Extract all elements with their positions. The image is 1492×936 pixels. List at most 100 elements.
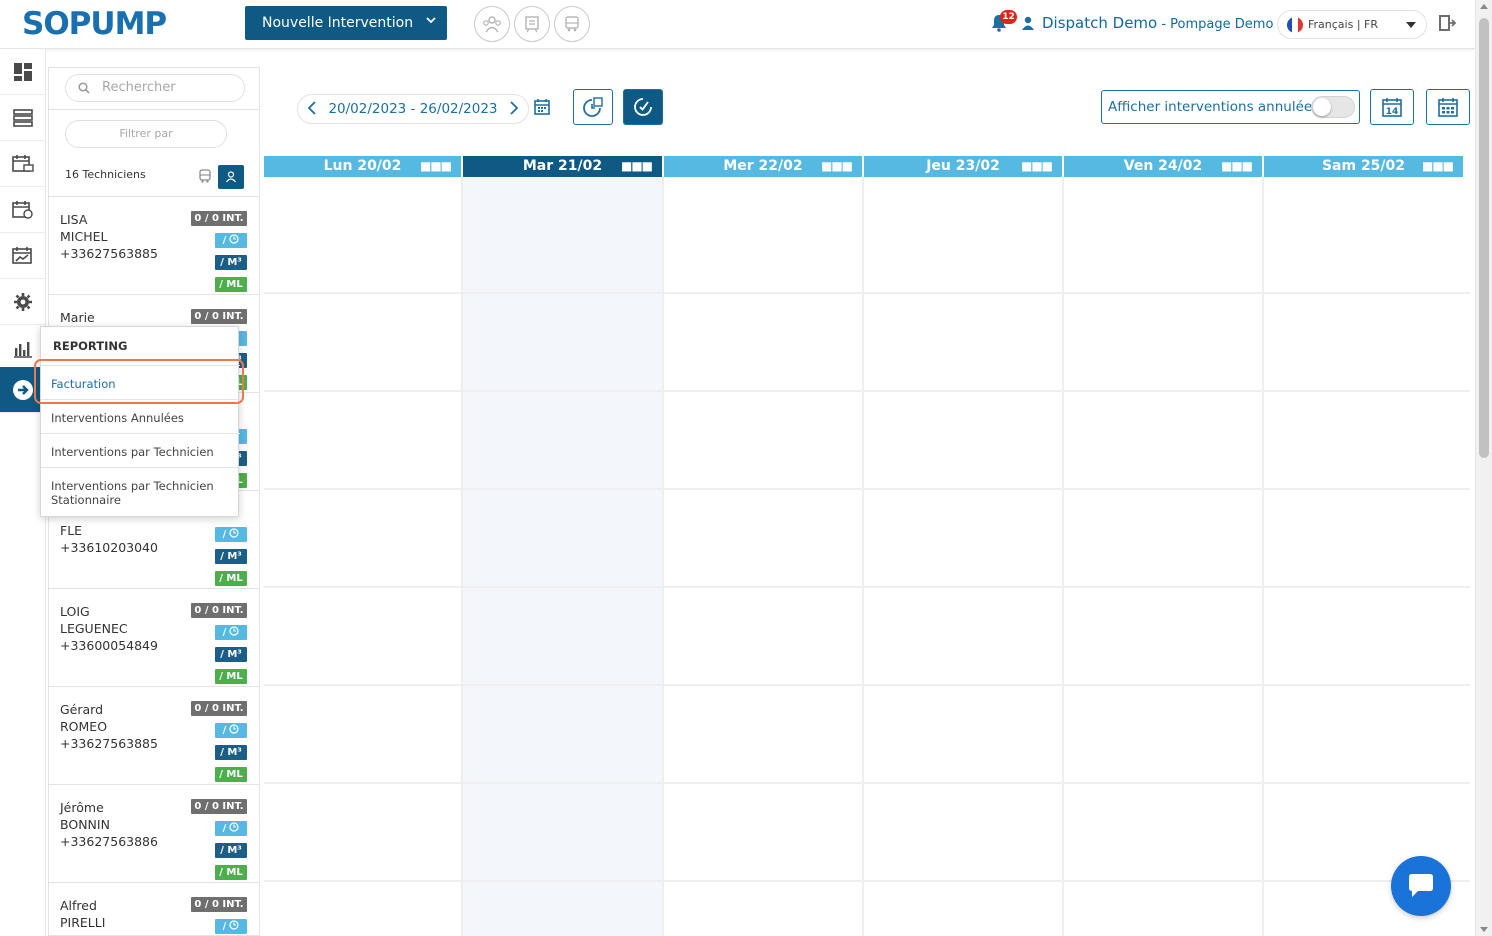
day-header[interactable]: Lun 20/02 ■■■	[264, 156, 461, 177]
scroll-thumb[interactable]	[1479, 18, 1489, 458]
language-select[interactable]: Français | FR	[1277, 10, 1427, 39]
show-cancelled-toggle[interactable]: Afficher interventions annulées	[1101, 90, 1360, 124]
day-header[interactable]: Sam 25/02 ■■■	[1264, 156, 1463, 177]
row-divider	[264, 684, 1470, 686]
logout-icon[interactable]	[1438, 14, 1456, 32]
month-view-button[interactable]	[1426, 89, 1470, 125]
clock-icon	[229, 920, 239, 930]
day-menu-icon[interactable]: ■■■	[1422, 156, 1454, 177]
technician-name-line: Marie	[60, 310, 95, 325]
duration-badge: /	[215, 233, 247, 248]
interventions-badge: 0 / 0 INT.	[191, 309, 247, 324]
technician-name: Alfred PIRELLI+33660616263	[60, 897, 158, 935]
calendar-clock-icon	[583, 97, 603, 117]
nav-settings[interactable]	[0, 279, 46, 325]
day-label: Mar 21/02	[522, 158, 603, 174]
day-menu-icon[interactable]: ■■■	[1021, 156, 1053, 177]
chevron-right-icon[interactable]	[509, 101, 519, 119]
date-range-label: 20/02/2023 - 26/02/2023	[328, 101, 498, 117]
day-menu-icon[interactable]: ■■■	[821, 156, 853, 177]
menu-item[interactable]: Interventions par Technicien	[41, 433, 240, 467]
calendar-chart-icon	[12, 246, 32, 264]
volume-badge: / M³	[215, 843, 247, 858]
day-menu-icon[interactable]: ■■■	[621, 156, 653, 177]
language-label: Français | FR	[1308, 18, 1379, 31]
technician-name-line: LOIG	[60, 604, 90, 619]
duration-value: /	[222, 921, 227, 932]
menu-item-label: Interventions par Technicien Stationnair…	[51, 479, 214, 507]
day-label: Lun 20/02	[323, 158, 402, 174]
technician-phone: +33660616263	[60, 931, 158, 935]
length-badge: / ML	[215, 865, 247, 880]
duration-badge: /	[215, 625, 247, 640]
view-daily-button[interactable]	[573, 89, 613, 125]
chat-button[interactable]	[1391, 856, 1451, 916]
truck-icon[interactable]	[199, 169, 211, 183]
calendar-truck-icon	[12, 154, 34, 172]
list-icon	[13, 108, 33, 127]
menu-item-label: Interventions Annulées	[51, 411, 184, 425]
technician-name: Jérôme BONNIN +33627563886	[60, 799, 158, 850]
technician-name-line: MICHEL	[60, 229, 108, 244]
clock-icon	[229, 234, 239, 244]
day-menu-icon[interactable]: ■■■	[420, 156, 452, 177]
row-divider	[264, 782, 1470, 784]
technician-name-line: PIRELLI	[60, 915, 106, 930]
nav-list[interactable]	[0, 95, 46, 141]
duration-value: /	[222, 823, 227, 834]
technician-card[interactable]: Jérôme BONNIN +33627563886 0 / 0 INT. / / M³ /…	[49, 784, 259, 882]
technician-card[interactable]: Gérard ROMEO +33627563885 0 / 0 INT. / / M³ / …	[49, 686, 259, 784]
filter-select[interactable]: Filtrer par	[65, 120, 227, 148]
gear-icon	[14, 292, 32, 311]
user-menu[interactable]: Dispatch Demo - Pompage Demo	[1042, 14, 1273, 32]
menu-item[interactable]: Interventions par Technicien Stationnair…	[41, 467, 240, 517]
technician-card[interactable]: Alfred PIRELLI+33660616263 0 / 0 INT. /	[49, 882, 259, 935]
scroll-up-arrow[interactable]	[1480, 4, 1488, 9]
technician-card[interactable]: LOIG LEGUENEC +33600054849 0 / 0 INT. / / M³ /…	[49, 588, 259, 686]
calendar-14-icon: 14	[1382, 98, 1402, 117]
nav-planning-users[interactable]	[0, 187, 46, 233]
length-badge: / ML	[215, 669, 247, 684]
search-input[interactable]: Rechercher	[65, 74, 245, 102]
pump-icon-button[interactable]	[514, 6, 550, 42]
duration-value: /	[222, 235, 227, 246]
clock-icon	[229, 822, 239, 832]
truck-icon-button[interactable]	[554, 6, 590, 42]
nav-dashboard[interactable]	[0, 49, 46, 95]
nav-planning-truck[interactable]	[0, 141, 46, 187]
technician-card[interactable]: LISA MICHEL +33627563885 0 / 0 INT. / / M³ / M…	[49, 196, 259, 294]
toggle-switch[interactable]	[1311, 96, 1355, 118]
column-divider	[662, 177, 664, 936]
scroll-down-arrow[interactable]	[1480, 927, 1488, 932]
new-intervention-button[interactable]: Nouvelle Intervention	[245, 6, 447, 40]
day-header[interactable]: Ven 24/02 ■■■	[1064, 156, 1262, 177]
nav-planning-chart[interactable]	[0, 233, 46, 279]
day-label: Sam 25/02	[1321, 158, 1406, 174]
reporting-menu-title: REPORTING	[53, 339, 128, 353]
person-icon	[226, 171, 236, 183]
logo[interactable]: SOPUMP	[22, 6, 167, 42]
technician-name-line: LISA	[60, 212, 88, 227]
interventions-badge: 0 / 0 INT.	[191, 897, 247, 912]
day-header[interactable]: Mer 22/02 ■■■	[664, 156, 862, 177]
calendar-icon[interactable]	[534, 98, 550, 115]
day-menu-icon[interactable]: ■■■	[1221, 156, 1253, 177]
menu-item[interactable]: Interventions Annulées	[41, 399, 240, 433]
length-badge: / ML	[215, 571, 247, 586]
duration-value: /	[222, 627, 227, 638]
view-weekly-button[interactable]	[623, 89, 663, 125]
technician-name-line: ROMEO	[60, 719, 108, 734]
team-icon-button[interactable]	[474, 6, 510, 42]
day-header[interactable]: Jeu 23/02 ■■■	[864, 156, 1062, 177]
flag-fr-icon	[1287, 17, 1303, 33]
week-view-button[interactable]: 14	[1370, 89, 1414, 125]
date-range-picker[interactable]: 20/02/2023 - 26/02/2023	[297, 94, 529, 124]
technician-view-button[interactable]	[218, 165, 244, 189]
clock-icon	[229, 626, 239, 636]
chevron-left-icon[interactable]	[307, 101, 317, 119]
duration-value: /	[222, 529, 227, 540]
day-header[interactable]: Mar 21/02 ■■■	[463, 156, 662, 177]
page-scrollbar[interactable]	[1475, 0, 1492, 936]
technician-name-line: LEGUENEC	[60, 621, 128, 636]
row-divider	[264, 390, 1470, 392]
